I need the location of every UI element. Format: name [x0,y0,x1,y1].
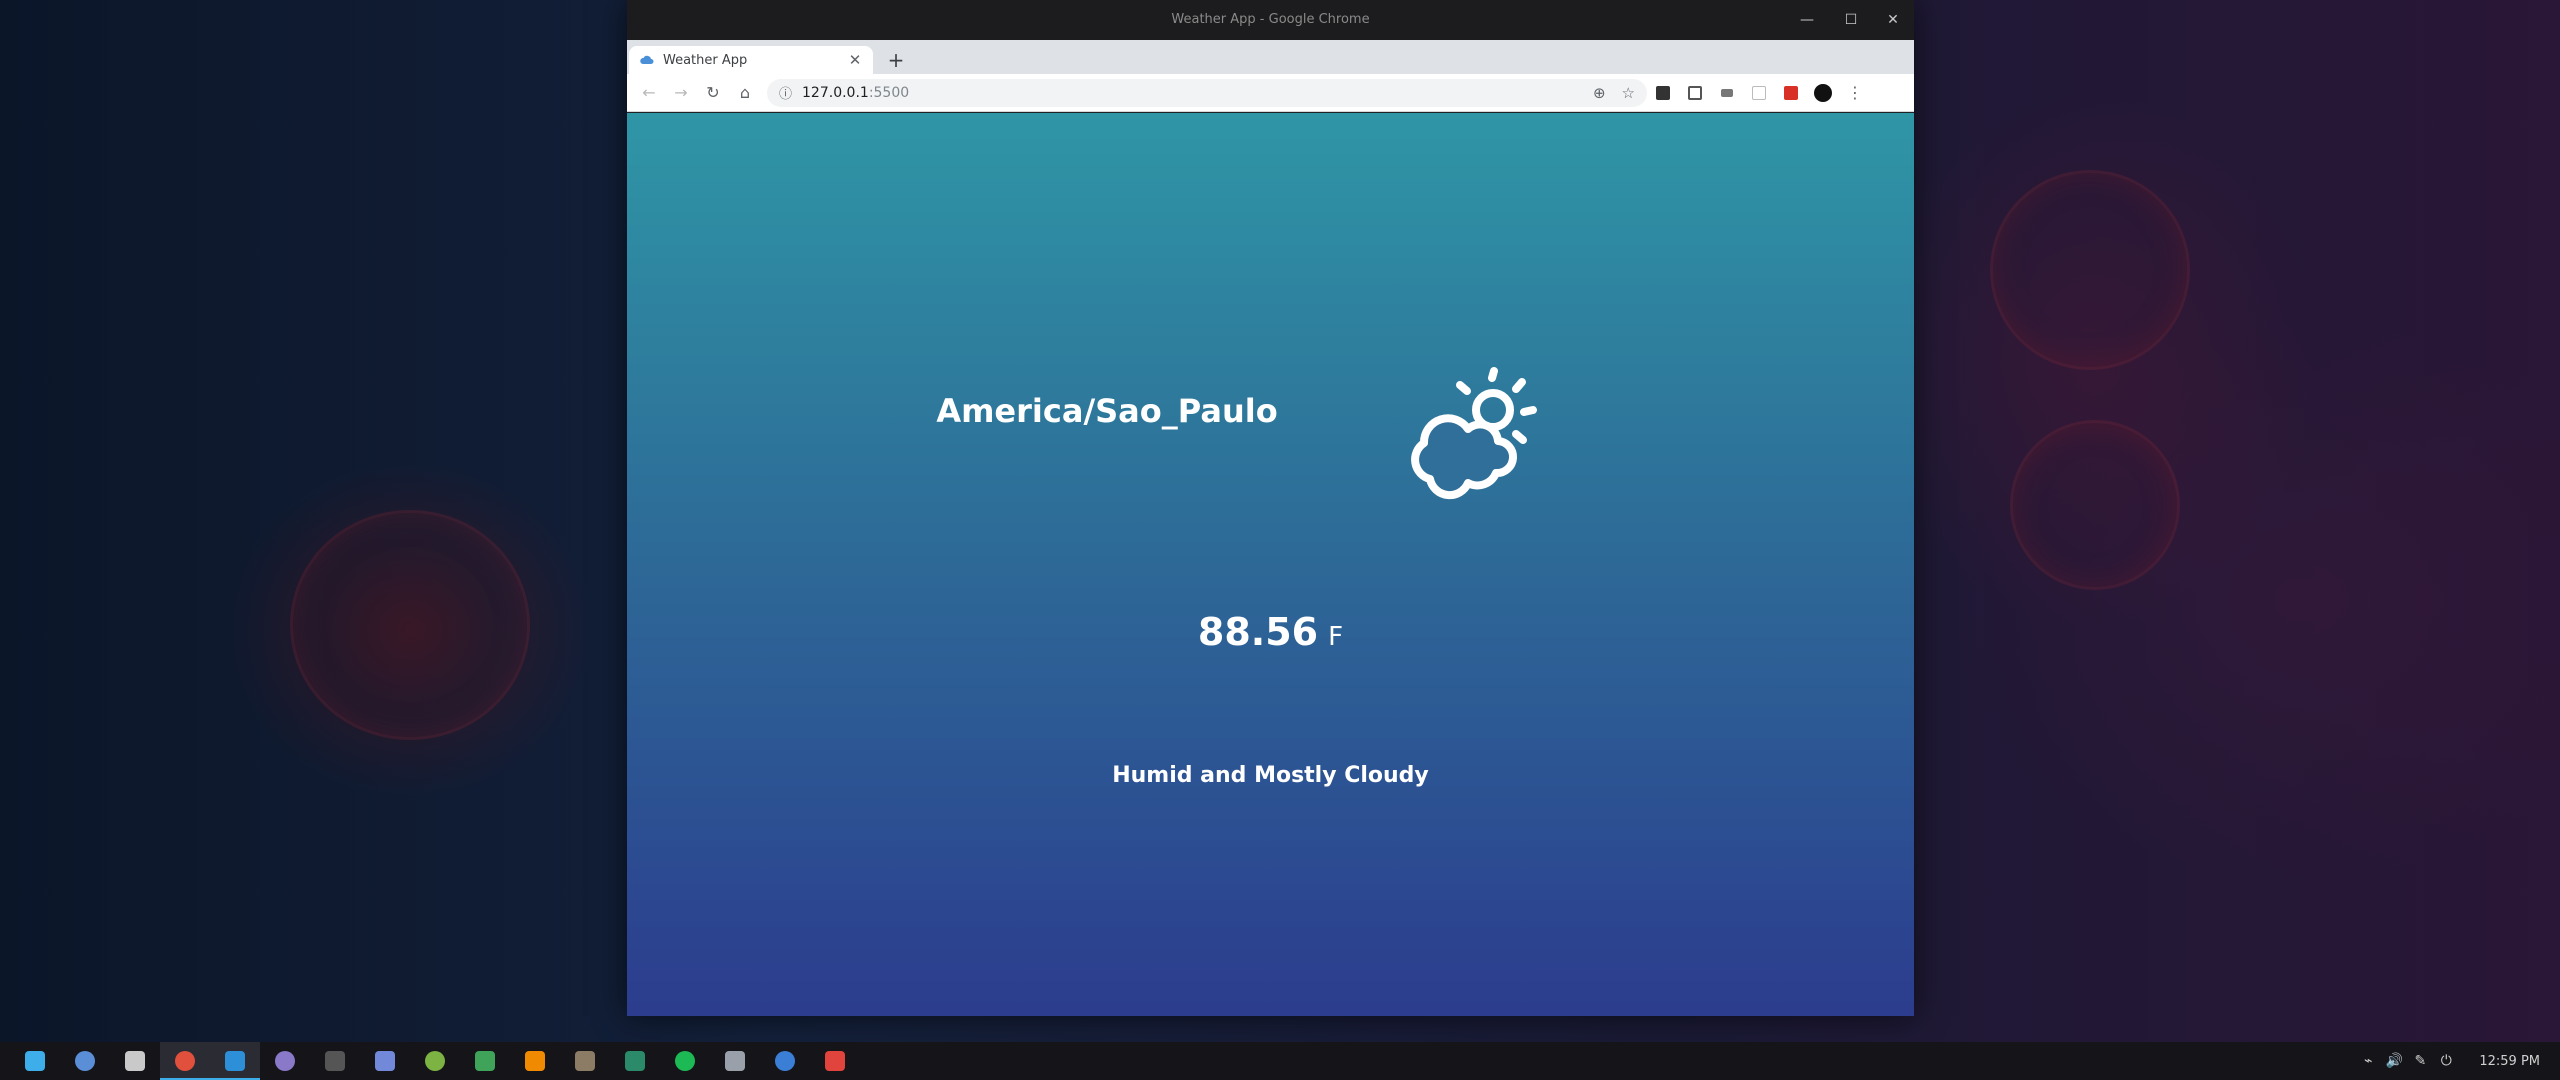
vlc-icon [525,1051,545,1071]
discord-icon [375,1051,395,1071]
spreadsheet-icon [475,1051,495,1071]
android-studio-icon [425,1051,445,1071]
close-tab-icon[interactable]: ✕ [847,51,863,69]
cloud-icon [640,55,654,64]
tab-title: Weather App [663,52,748,68]
terminal-icon [325,1051,345,1071]
chrome-menu-icon[interactable]: ⋮ [1839,79,1871,107]
taskbar-spreadsheet-button[interactable] [460,1042,510,1080]
maximize-button[interactable]: ☐ [1838,8,1864,32]
taskbar-terminal-button[interactable] [310,1042,360,1080]
pen-icon[interactable]: ✎ [2407,1053,2433,1069]
system-tray: ⌁ 🔊 ✎ ⏻ 12:59 PM [2355,1053,2560,1069]
extension-eyedropper-icon[interactable] [1647,79,1679,107]
clock[interactable]: 12:59 PM [2479,1054,2540,1069]
temperature-unit[interactable]: F [1328,622,1343,652]
new-tab-button[interactable]: + [883,48,909,74]
taskbar-discover-store-button[interactable] [60,1042,110,1080]
minimize-button[interactable]: — [1794,8,1820,32]
extension-red-icon[interactable] [1775,79,1807,107]
vscode-icon [225,1051,245,1071]
usb-icon[interactable]: ⌁ [2355,1053,2381,1069]
power-icon[interactable]: ⏻ [2433,1053,2459,1069]
url-port: :5500 [868,84,910,101]
close-window-button[interactable]: ✕ [1880,8,1906,32]
screen-recorder-icon [825,1051,845,1071]
reload-button[interactable]: ↻ [697,79,729,107]
taskbar-spotify-button[interactable] [660,1042,710,1080]
profile-avatar[interactable] [1807,79,1839,107]
taskbar-qbittorrent-button[interactable] [760,1042,810,1080]
browser-toolbar: ← → ↻ ⌂ ⓘ 127.0.0.1 :5500 ⊕ ☆ ⋮ [627,74,1914,112]
browser-window: Weather App - Google Chrome — ☐ ✕ Weathe… [627,0,1914,1016]
address-bar[interactable]: ⓘ 127.0.0.1 :5500 ⊕ ☆ [767,78,1647,107]
file-manager-icon [125,1051,145,1071]
weather-summary: Humid and Mostly Cloudy [1112,763,1429,788]
taskbar-tor-browser-button[interactable] [260,1042,310,1080]
back-button[interactable]: ← [633,79,665,107]
inkscape-icon [625,1051,645,1071]
home-button[interactable]: ⌂ [729,79,761,107]
extension-screenshot-icon[interactable] [1679,79,1711,107]
site-info-icon[interactable]: ⓘ [779,83,792,102]
taskbar-vscode-button[interactable] [210,1042,260,1080]
forward-button[interactable]: → [665,79,697,107]
google-chrome-icon [175,1051,195,1071]
bookmark-star-icon[interactable]: ☆ [1622,84,1635,102]
app-launcher-icon [25,1051,45,1071]
taskbar-virtualbox-button[interactable] [710,1042,760,1080]
taskbar-android-studio-button[interactable] [410,1042,460,1080]
taskbar-screen-recorder-button[interactable] [810,1042,860,1080]
extension-json-icon[interactable] [1711,79,1743,107]
gimp-icon [575,1051,595,1071]
location-icon[interactable]: ⊕ [1593,84,1606,102]
tab-weather-app[interactable]: Weather App ✕ [629,46,873,74]
window-title: Weather App - Google Chrome [1171,12,1370,27]
volume-icon[interactable]: 🔊 [2381,1053,2407,1069]
spotify-icon [675,1051,695,1071]
timezone-label: America/Sao_Paulo [936,392,1278,430]
taskbar-vlc-button[interactable] [510,1042,560,1080]
temperature-row: 88.56 F [627,610,1914,654]
taskbar-google-chrome-button[interactable] [160,1042,210,1080]
taskbar-gimp-button[interactable] [560,1042,610,1080]
temperature-value: 88.56 [1197,610,1319,654]
tor-browser-icon [275,1051,295,1071]
page-viewport: America/Sao_Paulo 88.56 F Humid and Most… [627,113,1914,1016]
partly-cloudy-day-icon [1411,367,1537,500]
tab-strip: Weather App ✕ + [627,40,1914,74]
discover-store-icon [75,1051,95,1071]
virtualbox-icon [725,1051,745,1071]
taskbar-inkscape-button[interactable] [610,1042,660,1080]
window-titlebar: Weather App - Google Chrome — ☐ ✕ [627,0,1914,40]
taskbar-file-manager-button[interactable] [110,1042,160,1080]
qbittorrent-icon [775,1051,795,1071]
taskbar-apps [0,1042,860,1080]
taskbar-discord-button[interactable] [360,1042,410,1080]
taskbar-app-launcher-button[interactable] [10,1042,60,1080]
wallpaper-rose-left [290,510,530,740]
url-host: 127.0.0.1 [802,84,869,101]
taskbar: ⌁ 🔊 ✎ ⏻ 12:59 PM [0,1042,2560,1080]
extension-blank-icon[interactable] [1743,79,1775,107]
wallpaper-rose-right [1990,170,2190,370]
wallpaper-rose-right-lower [2010,420,2180,590]
